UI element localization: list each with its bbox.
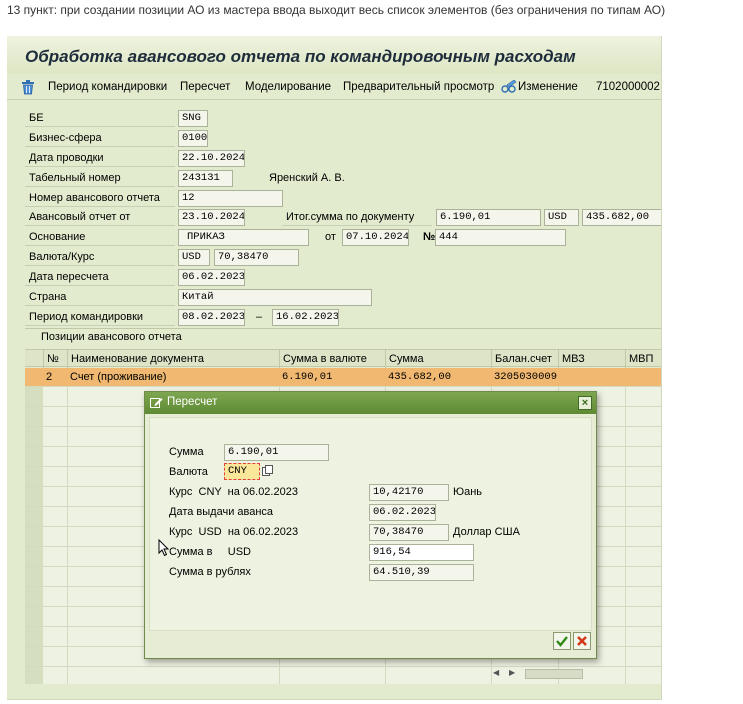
cell-amount-cur: 6.190,01	[282, 371, 333, 383]
basis-number-field[interactable]: 444	[435, 229, 566, 246]
col-amount-cur[interactable]: Сумма в валюте	[279, 350, 385, 368]
dlg-sum-in-field[interactable]: 916,54	[369, 544, 474, 561]
dlg-rate1-unit: Юань	[453, 486, 483, 498]
mouse-cursor-icon	[158, 538, 170, 560]
caption-text: 13 пункт: при создании позиции АО из мас…	[7, 3, 666, 17]
be-field[interactable]: SNG	[178, 110, 208, 127]
scroll-left-icon[interactable]: ◀	[493, 668, 499, 677]
dlg-sum-label: Сумма	[169, 446, 204, 458]
col-mvp[interactable]: МВП	[625, 350, 661, 368]
pencil-glasses-icon[interactable]	[501, 79, 517, 97]
copy-icon[interactable]	[262, 465, 274, 480]
dlg-currency-label: Валюта	[169, 466, 208, 478]
dlg-sum-rub-label: Сумма в рублях	[169, 566, 251, 578]
basis-field[interactable]: ПРИКАЗ	[178, 229, 309, 246]
dlg-rate1-field: 10,42170	[369, 484, 449, 501]
dlg-rate1-label: Курс CNY на 06.02.2023	[169, 486, 298, 498]
toolbar-doc-number: 7102000002	[596, 81, 660, 93]
dlg-advance-date-field: 06.02.2023	[369, 504, 436, 521]
currency-field[interactable]: USD	[178, 249, 210, 266]
cell-doc-name: Счет (проживание)	[70, 371, 167, 383]
report-number-field[interactable]: 12	[178, 190, 283, 207]
employee-name: Яренский А. В.	[269, 172, 345, 184]
posting-date-label: Дата проводки	[25, 149, 175, 167]
application-toolbar: Период командировки Пересчет Моделирован…	[7, 76, 661, 100]
dlg-currency-field[interactable]: CNY	[224, 463, 260, 480]
cell-account: 3205030009	[494, 371, 558, 383]
col-no[interactable]: №	[43, 350, 67, 368]
trip-period-label: Период командировки	[25, 308, 175, 326]
dlg-rate2-field: 70,38470	[369, 524, 449, 541]
dlg-sum-in-label: Сумма в USD	[169, 546, 251, 558]
close-icon[interactable]: ×	[578, 396, 592, 410]
total-field: 6.190,01	[436, 209, 541, 226]
report-number-label: Номер авансового отчета	[25, 189, 175, 207]
col-account[interactable]: Балан.счет	[491, 350, 558, 368]
dialog-title: Пересчет	[167, 396, 218, 408]
cell-no: 2	[46, 371, 53, 383]
basis-from-label: от	[325, 231, 336, 243]
trip-to-field[interactable]: 16.02.2023	[272, 309, 339, 326]
basis-number-label: №	[423, 231, 436, 243]
total-label: Итог.сумма по документу	[282, 208, 432, 226]
personnel-number-field[interactable]: 243131	[178, 170, 233, 187]
horizontal-scrollbar[interactable]: ◀ ▶	[487, 668, 607, 680]
trip-from-field[interactable]: 08.02.2023	[178, 309, 245, 326]
basis-date-field[interactable]: 07.10.2024	[342, 229, 409, 246]
basis-label: Основание	[25, 228, 175, 246]
recalc-date-label: Дата пересчета	[25, 268, 175, 286]
dlg-rate2-unit: Доллар США	[453, 526, 520, 538]
personnel-number-label: Табельный номер	[25, 169, 175, 187]
col-cost-center[interactable]: МВЗ	[558, 350, 625, 368]
edit-window-icon	[150, 396, 163, 412]
dialog-titlebar: Пересчет ×	[145, 392, 596, 414]
toolbar-recalc[interactable]: Пересчет	[180, 81, 230, 93]
col-doc-name[interactable]: Наименование документа	[67, 350, 279, 368]
dlg-advance-date-label: Дата выдачи аванса	[169, 506, 274, 518]
checkmark-icon	[556, 636, 568, 647]
rate-field[interactable]: 70,38470	[214, 249, 299, 266]
total-currency-field: USD	[544, 209, 579, 226]
cancel-x-icon	[577, 636, 587, 646]
toolbar-trip-period[interactable]: Период командировки	[48, 81, 167, 93]
country-label: Страна	[25, 288, 175, 306]
dialog-body: Сумма 6.190,01 Валюта CNY Курс CNY на 06…	[149, 417, 592, 631]
be-label: БЕ	[25, 109, 175, 127]
report-from-label: Авансовый отчет от	[25, 208, 175, 226]
recalc-date-field[interactable]: 06.02.2023	[178, 269, 245, 286]
window-title: Обработка авансового отчета по командиро…	[25, 47, 576, 66]
currency-rate-label: Валюта/Курс	[25, 248, 175, 266]
toolbar-change[interactable]: Изменение	[518, 81, 578, 93]
scroll-right-icon[interactable]: ▶	[509, 668, 515, 677]
recalc-dialog: Пересчет × Сумма 6.190,01 Валюта CNY Кур…	[144, 391, 597, 659]
window-titlebar: Обработка авансового отчета по командиро…	[7, 36, 661, 74]
table-row[interactable]: 2 Счет (проживание) 6.190,01 435.682,00 …	[25, 368, 661, 387]
grid-header: № Наименование документа Сумма в валюте …	[25, 349, 661, 368]
business-area-label: Бизнес-сфера	[25, 129, 175, 147]
grid-title: Позиции авансового отчета	[41, 331, 182, 343]
total-rub-field: 435.682,00	[582, 209, 661, 226]
cell-mvp	[625, 368, 628, 387]
scroll-thumb[interactable]	[525, 669, 583, 679]
posting-date-field[interactable]: 22.10.2024	[178, 150, 245, 167]
trash-icon[interactable]	[21, 80, 35, 98]
toolbar-preview[interactable]: Предварительный просмотр	[343, 81, 494, 93]
report-from-field[interactable]: 23.10.2024	[178, 209, 245, 226]
col-amount[interactable]: Сумма	[385, 350, 491, 368]
toolbar-modeling[interactable]: Моделирование	[245, 81, 331, 93]
cell-amount: 435.682,00	[388, 371, 452, 383]
country-field[interactable]: Китай	[178, 289, 372, 306]
trip-dash: –	[256, 311, 263, 323]
cancel-button[interactable]	[573, 632, 591, 650]
dlg-sum-rub-field: 64.510,39	[369, 564, 474, 581]
cell-cost-center	[558, 368, 561, 387]
dlg-rate2-label: Курс USD на 06.02.2023	[169, 526, 299, 538]
confirm-button[interactable]	[553, 632, 571, 650]
dlg-sum-field[interactable]: 6.190,01	[224, 444, 329, 461]
business-area-field[interactable]: 0100	[178, 130, 208, 147]
